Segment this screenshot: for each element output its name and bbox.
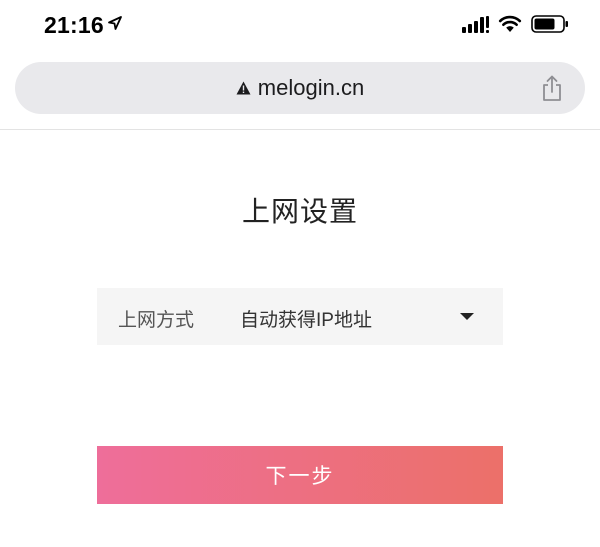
url-display[interactable]: melogin.cn: [15, 62, 585, 114]
status-bar: 21:16: [0, 0, 600, 52]
battery-icon: [531, 15, 568, 33]
connection-type-value[interactable]: 自动获得IP地址: [240, 305, 372, 332]
address-bar[interactable]: melogin.cn: [15, 62, 585, 114]
wifi-icon: [498, 15, 522, 32]
next-button[interactable]: 下一步: [97, 446, 503, 504]
share-icon[interactable]: [541, 75, 563, 102]
page-title: 上网设置: [241, 196, 358, 227]
status-time: 21:16: [44, 12, 104, 38]
url-text: melogin.cn: [257, 75, 365, 100]
dropdown-triangle-icon[interactable]: [460, 313, 474, 320]
connection-type-select[interactable]: 上网方式 自动获得IP地址: [97, 288, 503, 345]
connection-type-label: 上网方式: [118, 310, 195, 331]
cellular-signal-icon: [462, 16, 489, 33]
divider: [0, 129, 600, 130]
warning-triangle-icon: [236, 81, 251, 95]
location-arrow-icon: [108, 16, 122, 30]
